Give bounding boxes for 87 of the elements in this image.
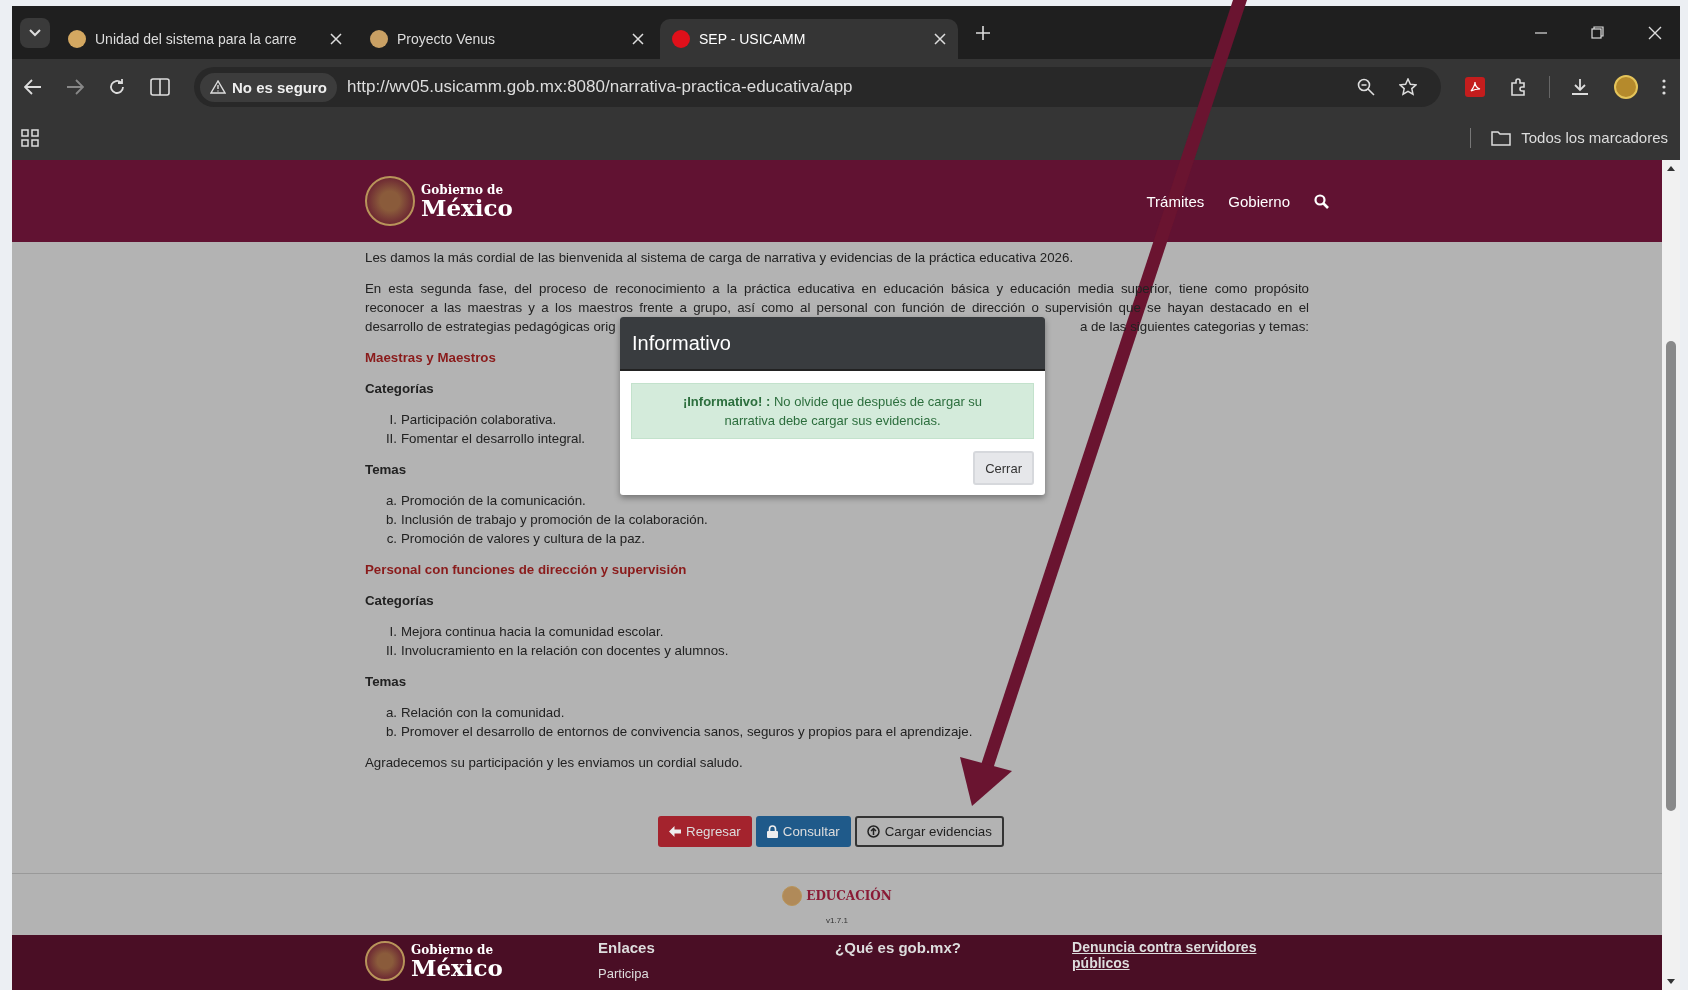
group-heading: Temas bbox=[365, 461, 407, 479]
address-bar[interactable]: No es seguro http://wv05.usicamm.gob.mx:8080/narrativa-practica-educativa/app bbox=[194, 67, 1441, 107]
list-item-text: Relación con la comunidad. bbox=[401, 704, 565, 722]
section-heading: Maestras y Maestros bbox=[365, 349, 496, 367]
list-marker: c. bbox=[385, 530, 397, 548]
seal-icon bbox=[365, 176, 415, 226]
list-item-text: Mejora continua hacia la comunidad escolar. bbox=[401, 623, 664, 641]
nav-link[interactable]: Trámites bbox=[1146, 192, 1205, 210]
scroll-thumb[interactable] bbox=[1666, 341, 1676, 811]
zoom-out-icon[interactable] bbox=[1357, 78, 1375, 96]
logo-text-small: Gobierno de bbox=[411, 943, 495, 956]
security-label: No es seguro bbox=[232, 78, 328, 96]
tab-title: SEP - USICAMM bbox=[699, 30, 807, 47]
close-button[interactable]: Cerrar bbox=[973, 451, 1034, 485]
menu-icon[interactable] bbox=[1662, 79, 1666, 95]
logo-text-large: México bbox=[411, 955, 503, 979]
security-chip[interactable]: No es seguro bbox=[200, 72, 338, 102]
close-icon[interactable] bbox=[632, 32, 644, 45]
new-tab-icon[interactable] bbox=[976, 25, 990, 40]
browser-tab[interactable]: SEP - USICAMM bbox=[660, 18, 958, 59]
back-arrow-icon[interactable] bbox=[24, 79, 42, 95]
list-item-text: Inclusión de trabajo y promoción de la colaboración. bbox=[401, 511, 708, 529]
url-text: http://wv05.usicamm.gob.mx:8080/narrativa-practica-educativa/app bbox=[347, 77, 854, 97]
seal-icon bbox=[365, 941, 405, 981]
scroll-down-icon[interactable] bbox=[1667, 979, 1675, 984]
tab-list-button[interactable] bbox=[20, 17, 50, 48]
list-marker: I. bbox=[388, 411, 397, 429]
upload-circle-icon bbox=[866, 825, 880, 838]
close-icon[interactable] bbox=[1648, 25, 1662, 40]
list-marker: b. bbox=[384, 511, 397, 529]
version-text: v1.7.1 bbox=[826, 916, 848, 925]
list-item-text: Fomentar el desarrollo integral. bbox=[401, 430, 586, 448]
action-button[interactable]: Cargar evidencias bbox=[854, 816, 1004, 847]
star-icon[interactable] bbox=[1399, 78, 1417, 96]
footer-heading: ¿Qué es gob.mx? bbox=[835, 939, 962, 956]
list-item-text: Promoción de valores y cultura de la paz. bbox=[401, 530, 645, 548]
group-heading: Categorías bbox=[365, 592, 434, 610]
nav-link[interactable]: Gobierno bbox=[1228, 192, 1290, 210]
info-alert: ¡Informativo! : No olvide que después de cargar su narrativa debe cargar sus evidencias. bbox=[631, 383, 1034, 439]
action-button[interactable]: Regresar bbox=[658, 816, 752, 847]
search-icon[interactable] bbox=[1314, 193, 1329, 209]
scroll-up-icon[interactable] bbox=[1667, 166, 1675, 171]
pdf-extension-icon[interactable] bbox=[1465, 77, 1485, 97]
list-marker: I. bbox=[388, 623, 397, 641]
list-marker: II. bbox=[384, 430, 397, 448]
list-item-text: Promoción de la comunicación. bbox=[401, 492, 586, 510]
reload-icon[interactable] bbox=[108, 78, 126, 96]
warning-icon bbox=[210, 80, 226, 94]
footer-link[interactable]: Participa bbox=[598, 966, 836, 981]
list-marker: b. bbox=[384, 723, 397, 741]
folder-icon[interactable] bbox=[1491, 129, 1512, 146]
download-icon[interactable] bbox=[1570, 77, 1590, 97]
close-icon[interactable] bbox=[934, 32, 946, 45]
seal-icon bbox=[782, 886, 803, 906]
profile-avatar[interactable] bbox=[1614, 75, 1638, 99]
group-heading: Temas bbox=[365, 673, 407, 691]
list-item-text: Participación colaborativa. bbox=[401, 411, 557, 429]
list-marker: a. bbox=[384, 704, 397, 722]
logo-text-small: Gobierno de bbox=[421, 183, 505, 196]
dialog-title: Informativo bbox=[632, 331, 731, 355]
close-icon[interactable] bbox=[330, 32, 342, 45]
split-view-icon[interactable] bbox=[150, 78, 170, 96]
browser-tab[interactable]: Proyecto Venus bbox=[358, 18, 656, 59]
restore-icon[interactable] bbox=[1591, 26, 1604, 39]
brand-text: EDUCACIÓN bbox=[806, 889, 892, 903]
footer-heading[interactable]: Denuncia contra servidores públicos bbox=[1072, 939, 1273, 971]
logo-text-large: México bbox=[421, 195, 513, 219]
paragraph-line: desarrollo de estrategias pedagógicas orig bbox=[365, 318, 616, 336]
section-heading: Personal con funciones de dirección y supervisión bbox=[365, 561, 687, 579]
forward-arrow-icon[interactable] bbox=[66, 79, 84, 95]
bookmarks-label[interactable]: Todos los marcadores bbox=[1521, 129, 1668, 146]
lock-icon bbox=[766, 825, 778, 838]
closing-text: Agradecemos su participación y les enviamos un cordial saludo. bbox=[365, 754, 743, 772]
intro-text: Les damos la más cordial de las bienvenida al sistema de carga de narrativa y evidencias de la práctica educativa 2026. bbox=[365, 249, 1074, 267]
list-item-text: Involucramiento en la relación con docentes y alumnos. bbox=[401, 642, 729, 660]
group-heading: Categorías bbox=[365, 380, 434, 398]
list-marker: a. bbox=[384, 492, 397, 510]
left-arrow-icon bbox=[669, 826, 682, 837]
browser-tab[interactable]: Unidad del sistema para la carre bbox=[56, 18, 354, 59]
action-button[interactable]: Consultar bbox=[755, 816, 851, 847]
footer-heading: Enlaces bbox=[598, 939, 656, 956]
apps-grid-icon[interactable] bbox=[21, 128, 39, 147]
list-marker: II. bbox=[384, 642, 397, 660]
chevron-down-icon bbox=[29, 28, 41, 37]
tab-title: Unidad del sistema para la carre bbox=[95, 30, 298, 47]
list-item-text: Promover el desarrollo de entornos de convivencia sanos, seguros y propios para el aprendizaje. bbox=[401, 723, 973, 741]
tab-title: Proyecto Venus bbox=[397, 30, 497, 47]
